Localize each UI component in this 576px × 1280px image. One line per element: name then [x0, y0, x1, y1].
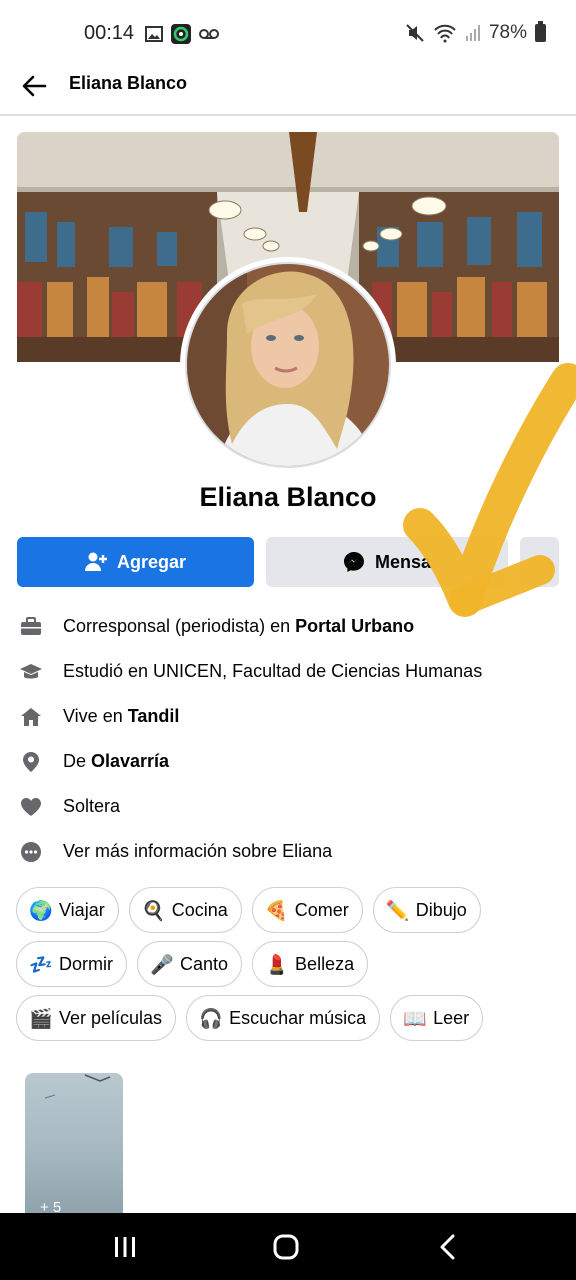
hobby-chip-leer[interactable]: 📖 Leer [390, 995, 484, 1041]
hobby-chip-ver-peliculas[interactable]: 🎬 Ver películas [16, 995, 177, 1041]
back-arrow-icon [22, 75, 47, 97]
message-label: Mensa [374, 551, 432, 572]
status-time: 00:14 [84, 22, 135, 44]
photo-thumbnail[interactable]: + 5 [25, 1073, 123, 1213]
mute-icon [406, 24, 424, 42]
recent-apps-button[interactable] [103, 1227, 147, 1267]
hobby-label: Cocina [171, 899, 228, 920]
graduation-cap-icon [17, 658, 45, 686]
hobby-chip-escuchar-musica[interactable]: 🎧 Escuchar música [186, 995, 381, 1041]
hobby-label: Canto [180, 953, 229, 974]
add-friend-label: Agregar [116, 551, 187, 572]
header-title: Eliana Blanco [69, 73, 188, 93]
education-text: Estudió en UNICEN, Facultad de Ciencias … [63, 661, 483, 681]
work-place-link[interactable]: Portal Urbano [295, 616, 414, 636]
globe-icon: 🌍 [29, 899, 53, 922]
add-friend-button[interactable]: Agregar [17, 537, 254, 587]
intro-info-list: Corresponsal (periodista) en Portal Urba… [0, 604, 576, 874]
from-prefix: De [63, 751, 92, 771]
location-pin-icon [17, 748, 45, 776]
hobby-label: Escuchar música [229, 1007, 367, 1028]
profile-name: Eliana Blanco [199, 482, 377, 512]
image-icon [145, 26, 163, 42]
briefcase-icon [17, 613, 45, 641]
add-friend-icon [84, 552, 107, 571]
microphone-icon: 🎤 [150, 953, 174, 976]
lives-prefix: Vive en [63, 706, 128, 726]
message-button[interactable]: Mensa [266, 537, 508, 587]
more-options-button[interactable] [520, 537, 559, 587]
hobby-chip-dormir[interactable]: 💤 Dormir [16, 941, 127, 987]
battery-percent: 78% [488, 22, 527, 43]
pencil-icon: ✏️ [385, 899, 410, 922]
photo-thumbnail-image [44, 1074, 111, 1099]
hobby-row: 💤 Dormir 🎤 Canto 💄 Belleza [16, 941, 566, 988]
avatar-photo [187, 264, 389, 466]
system-nav-bar [0, 1213, 576, 1280]
more-info-link[interactable]: Ver más información sobre Eliana [63, 841, 332, 862]
sleep-zzz-icon: 💤 [29, 953, 53, 976]
back-nav-icon [440, 1234, 455, 1260]
work-prefix: Corresponsal (periodista) en [63, 616, 296, 636]
hobby-label: Dormir [59, 953, 113, 974]
battery-icon [535, 21, 546, 42]
lives-city-link[interactable]: Tandil [128, 706, 180, 726]
messenger-icon [343, 552, 364, 572]
info-lives: Vive en Tandil [0, 694, 576, 739]
back-button[interactable] [18, 70, 50, 102]
hobbies-section: 🌍 Viajar 🍳 Cocina 🍕 Comer ✏️ Dibujo 💤 Dormir … [16, 887, 566, 1049]
lipstick-icon: 💄 [265, 953, 289, 976]
status-right: 78% [405, 21, 546, 44]
home-button[interactable] [264, 1227, 308, 1267]
info-work: Corresponsal (periodista) en Portal Urba… [0, 604, 576, 649]
status-notification-icons [145, 24, 219, 44]
headphones-icon: 🎧 [199, 1007, 223, 1030]
recent-apps-icon [115, 1237, 135, 1257]
home-icon [17, 703, 45, 731]
hobby-label: Comer [294, 899, 349, 920]
back-nav-button[interactable] [426, 1227, 470, 1267]
voicemail-icon [199, 29, 219, 39]
hobby-label: Dibujo [415, 899, 467, 920]
relationship-text: Soltera [63, 796, 121, 816]
hobby-chip-dibujo[interactable]: ✏️ Dibujo [372, 887, 481, 933]
wifi-icon [434, 24, 456, 43]
frying-pan-icon: 🍳 [141, 899, 166, 922]
profile-avatar[interactable] [180, 257, 396, 473]
hobby-row: 🎬 Ver películas 🎧 Escuchar música 📖 Leer [16, 995, 566, 1042]
info-more[interactable]: Ver más información sobre Eliana [0, 829, 576, 874]
open-book-icon: 📖 [403, 1007, 427, 1030]
hobby-chip-comer[interactable]: 🍕 Comer [251, 887, 363, 933]
info-relationship: Soltera [0, 784, 576, 829]
circle-app-icon [171, 24, 191, 44]
heart-icon [17, 793, 45, 821]
hobby-chip-cocina[interactable]: 🍳 Cocina [128, 887, 242, 933]
hobby-label: Leer [433, 1007, 470, 1028]
hobby-chip-belleza[interactable]: 💄 Belleza [252, 941, 369, 987]
hobby-label: Viajar [59, 899, 105, 920]
more-dots-icon [17, 838, 45, 866]
info-from: De Olavarría [0, 739, 576, 784]
from-city-link[interactable]: Olavarría [91, 751, 169, 771]
film-camera-icon: 🎬 [29, 1007, 53, 1030]
home-nav-icon [273, 1234, 299, 1260]
hobby-chip-viajar[interactable]: 🌍 Viajar [16, 887, 119, 933]
hobby-chip-canto[interactable]: 🎤 Canto [137, 941, 243, 987]
hobby-row: 🌍 Viajar 🍳 Cocina 🍕 Comer ✏️ Dibujo [16, 887, 566, 934]
info-education: Estudió en UNICEN, Facultad de Ciencias … [0, 649, 576, 694]
hobby-label: Ver películas [59, 1007, 163, 1028]
hobby-label: Belleza [295, 953, 355, 974]
photo-count: + 5 [40, 1199, 62, 1213]
app-header: Eliana Blanco [0, 64, 576, 116]
pizza-icon: 🍕 [264, 899, 289, 922]
signal-icon [465, 25, 480, 41]
status-bar: 00:14 78% [0, 0, 576, 64]
